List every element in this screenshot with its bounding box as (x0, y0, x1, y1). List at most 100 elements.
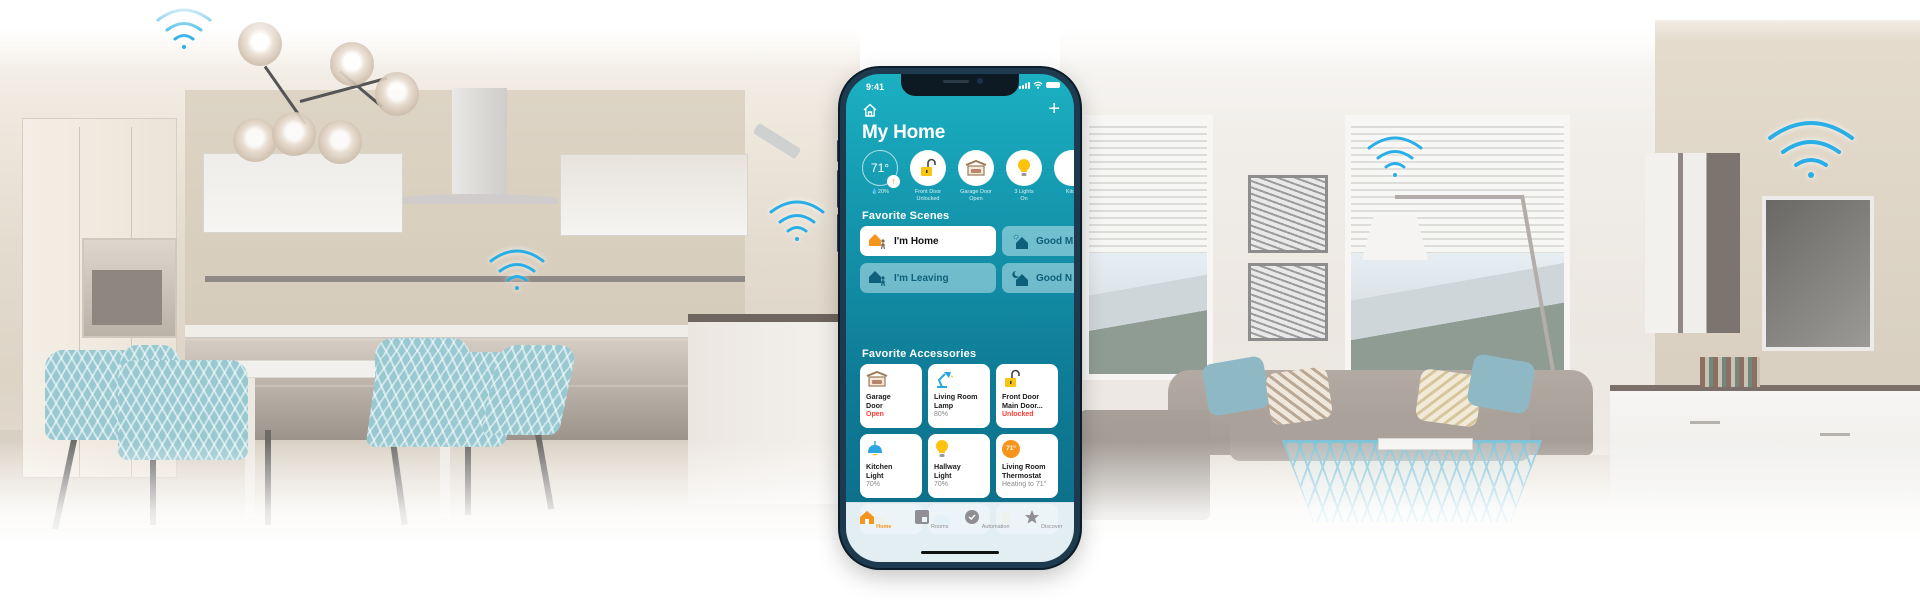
thermostat-ring: 71° ↑ (862, 150, 900, 188)
accessory-hallway-light[interactable]: Hallway Light 70% (928, 434, 990, 498)
tile-name-line2: Light (934, 471, 952, 480)
tab-label: Discover (1041, 524, 1063, 530)
tile-status: Open (866, 411, 884, 418)
home-indicator[interactable] (921, 551, 999, 554)
rooms-icon (914, 510, 929, 524)
moon-home-icon (1012, 270, 1028, 286)
wifi-icon (1766, 118, 1856, 180)
front-camera (977, 78, 983, 84)
scene-label: Good N (1036, 272, 1073, 284)
lights-status[interactable]: 3 Lights On (1004, 150, 1044, 203)
scene-good-night[interactable]: Good N (1002, 263, 1074, 293)
status-icons (1019, 81, 1060, 89)
floor-lamp-arm (1395, 195, 1523, 199)
temperature-value: 71° (870, 161, 890, 175)
accessory-garage-door[interactable]: Garage Door Open (860, 364, 922, 428)
tab-bar: Home Rooms Automation Discover (846, 502, 1074, 562)
lightbulb-icon (1006, 150, 1042, 186)
tile-status: 70% (866, 481, 881, 488)
accessory-living-room-lamp[interactable]: Living Room Lamp 80% (928, 364, 990, 428)
tile-status: Heating to 71° (1002, 481, 1047, 488)
status-label-line1: Front Door (914, 189, 942, 195)
wifi-icon (768, 198, 826, 244)
wifi-icon (1366, 134, 1424, 180)
kitchen-shelf (205, 276, 745, 282)
scene-im-leaving[interactable]: I'm Leaving (860, 263, 996, 293)
heating-badge-icon: ↑ (887, 175, 900, 188)
range-hood (452, 88, 507, 198)
tile-name-line2: Door (866, 401, 883, 410)
window (1083, 115, 1213, 380)
status-label-line1: Garage Door (960, 189, 992, 195)
home-app-screen: 9:41 + My Home 71° ↑ 💧20% Front Door Unl… (846, 74, 1074, 562)
tile-status: 70% (934, 481, 949, 488)
speaker (943, 80, 969, 83)
leave-home-icon (869, 271, 886, 287)
tile-name-line2: Lamp (934, 401, 954, 410)
humidity-value: 20% (877, 189, 889, 195)
top-actions: + (862, 99, 1060, 120)
scene-label: I'm Home (894, 235, 939, 247)
books (1700, 357, 1760, 387)
wall-cabinet (1645, 153, 1740, 333)
status-label-line1: Kitch (1065, 189, 1074, 195)
accessory-front-door[interactable]: Front Door Main Door... Unlocked (996, 364, 1058, 428)
status-label-line2: Open (969, 196, 983, 202)
wifi-icon (488, 247, 546, 293)
garage-icon (866, 369, 888, 389)
tile-name-line1: Garage (866, 392, 891, 401)
tile-status: 80% (934, 411, 949, 418)
television (1762, 196, 1874, 351)
garage-icon (958, 150, 994, 186)
front-door-status[interactable]: Front Door Unlocked (908, 150, 948, 203)
tile-status: Unlocked (1002, 411, 1034, 418)
tile-name-line2: Main Door... (1002, 401, 1043, 410)
tab-automation[interactable]: Automation (962, 509, 1012, 530)
wifi-status-icon (1033, 81, 1043, 89)
tile-name-line2: Thermostat (1002, 471, 1042, 480)
range-hood-base (398, 194, 558, 204)
tile-name-line1: Front Door (1002, 392, 1040, 401)
status-label-line2: On (1020, 196, 1028, 202)
pillow (1200, 355, 1272, 417)
house-icon[interactable] (862, 102, 878, 118)
scene-im-home[interactable]: I'm Home (860, 226, 996, 256)
status-label-line2: Unlocked (916, 196, 940, 202)
cellular-signal-icon (1019, 82, 1030, 89)
tile-name-line1: Kitchen (866, 462, 893, 471)
tab-label: Automation (981, 524, 1010, 530)
favorite-accessories-title: Favorite Accessories (862, 348, 977, 360)
status-label-line1: 3 Lights (1014, 189, 1034, 195)
humidity-label: 💧20% (871, 189, 889, 195)
thermostat-temp-badge: 71° (1002, 440, 1020, 458)
tile-name-line1: Living Room (934, 392, 978, 401)
tile-name-line2: Light (866, 471, 884, 480)
pillow (1264, 365, 1334, 427)
kitchen-oven (82, 238, 177, 338)
lock-open-icon (1002, 369, 1024, 389)
add-button[interactable]: + (1048, 99, 1060, 119)
tab-rooms[interactable]: Rooms (906, 509, 956, 530)
tile-name-line1: Living Room (1002, 462, 1046, 471)
star-icon (1024, 510, 1039, 524)
accessory-living-room-thermostat[interactable]: 71° Living Room Thermostat Heating to 71° (996, 434, 1058, 498)
battery-icon (1046, 82, 1060, 88)
tab-discover[interactable]: Discover (1018, 509, 1068, 530)
iphone-mockup: 9:41 + My Home 71° ↑ 💧20% Front Door Unl… (840, 68, 1080, 568)
kitchen-counter (185, 325, 705, 339)
climate-status[interactable]: 71° ↑ 💧20% (860, 150, 900, 203)
lightbulb-icon (934, 439, 956, 459)
pillow (1465, 353, 1537, 415)
tab-home[interactable]: Home (850, 509, 900, 530)
tab-label: Home (876, 524, 892, 530)
wall-art-bottom (1248, 263, 1328, 341)
notch (901, 74, 1019, 96)
kitchen-status-partial[interactable]: Kitch (1052, 150, 1074, 203)
accessory-kitchen-light[interactable]: Kitchen Light 70% (860, 434, 922, 498)
scene-label: I'm Leaving (894, 272, 949, 284)
home-status-row: 71° ↑ 💧20% Front Door Unlocked Garage Doo… (860, 150, 1074, 203)
page-title: My Home (862, 122, 946, 143)
garage-door-status[interactable]: Garage Door Open (956, 150, 996, 203)
scene-good-morning[interactable]: Good M (1002, 226, 1074, 256)
thermostat-icon: 71° (1002, 439, 1024, 459)
